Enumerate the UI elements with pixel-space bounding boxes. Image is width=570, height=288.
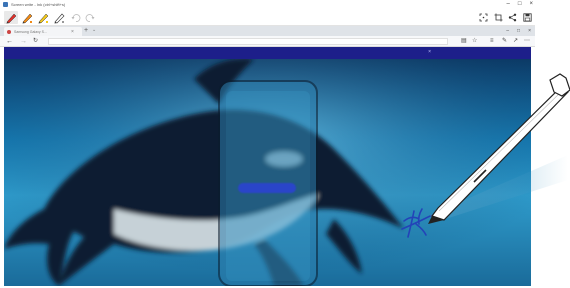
browser-minimize-icon[interactable]: –	[506, 28, 509, 34]
crop-icon[interactable]	[477, 11, 489, 23]
share-icon[interactable]	[506, 11, 518, 23]
redo-icon[interactable]	[84, 11, 98, 24]
s-pen-illustration	[390, 70, 570, 250]
close-icon[interactable]: ×	[529, 1, 533, 7]
screen-write-app: Screen write - Ink (ctrl+shift+s) – □ ×	[0, 0, 570, 288]
tab-title: Samsung Galaxy S...	[14, 29, 47, 34]
undo-icon[interactable]	[70, 11, 84, 24]
more-icon[interactable]: ⋯	[524, 37, 530, 46]
browser-tab-strip: Samsung Galaxy S... × + ⌄ – □ ×	[0, 26, 535, 36]
tab-list-icon[interactable]: ⌄	[92, 27, 96, 33]
reading-view-icon[interactable]: ▤	[461, 37, 467, 46]
window-titlebar: Screen write - Ink (ctrl+shift+s) – □ ×	[0, 0, 535, 8]
browser-maximize-icon[interactable]: □	[517, 28, 520, 34]
maximize-icon[interactable]: □	[518, 1, 522, 7]
eraser-pen-icon[interactable]	[52, 11, 66, 24]
cta-button[interactable]	[238, 183, 296, 193]
window-controls: – □ ×	[507, 0, 533, 8]
back-icon[interactable]: ←	[6, 37, 13, 46]
ink-toolbar	[0, 8, 535, 26]
hub-icon[interactable]: ≡	[490, 37, 494, 46]
browser-address-bar: ← → ↻ ▤ ☆ ≡ ✎ ↗ ⋯	[0, 36, 535, 47]
window-title: Screen write - Ink (ctrl+shift+s)	[11, 1, 66, 7]
yellow-pen-icon[interactable]	[36, 11, 50, 24]
browser-window-controls: – □ ×	[506, 26, 531, 36]
browser-tab[interactable]: Samsung Galaxy S... ×	[4, 27, 82, 36]
favorite-star-icon[interactable]: ☆	[472, 37, 477, 46]
browser-share-icon[interactable]: ↗	[513, 37, 518, 46]
orange-pen-icon[interactable]	[20, 11, 34, 24]
red-pen-icon[interactable]	[4, 11, 18, 24]
forward-icon[interactable]: →	[20, 37, 27, 46]
promo-banner: ×	[4, 47, 531, 59]
crop-free-icon[interactable]	[492, 11, 504, 23]
browser-close-icon[interactable]: ×	[528, 28, 531, 34]
screen-write-app-icon	[3, 1, 8, 7]
new-tab-icon[interactable]: +	[84, 27, 88, 34]
minimize-icon[interactable]: –	[507, 1, 510, 7]
banner-close-icon[interactable]: ×	[428, 49, 431, 55]
save-icon[interactable]	[521, 11, 533, 23]
tab-close-icon[interactable]: ×	[71, 29, 74, 35]
url-field[interactable]	[48, 38, 448, 45]
tab-favicon-icon	[7, 29, 11, 34]
web-note-icon[interactable]: ✎	[502, 37, 507, 46]
refresh-icon[interactable]: ↻	[33, 37, 38, 46]
